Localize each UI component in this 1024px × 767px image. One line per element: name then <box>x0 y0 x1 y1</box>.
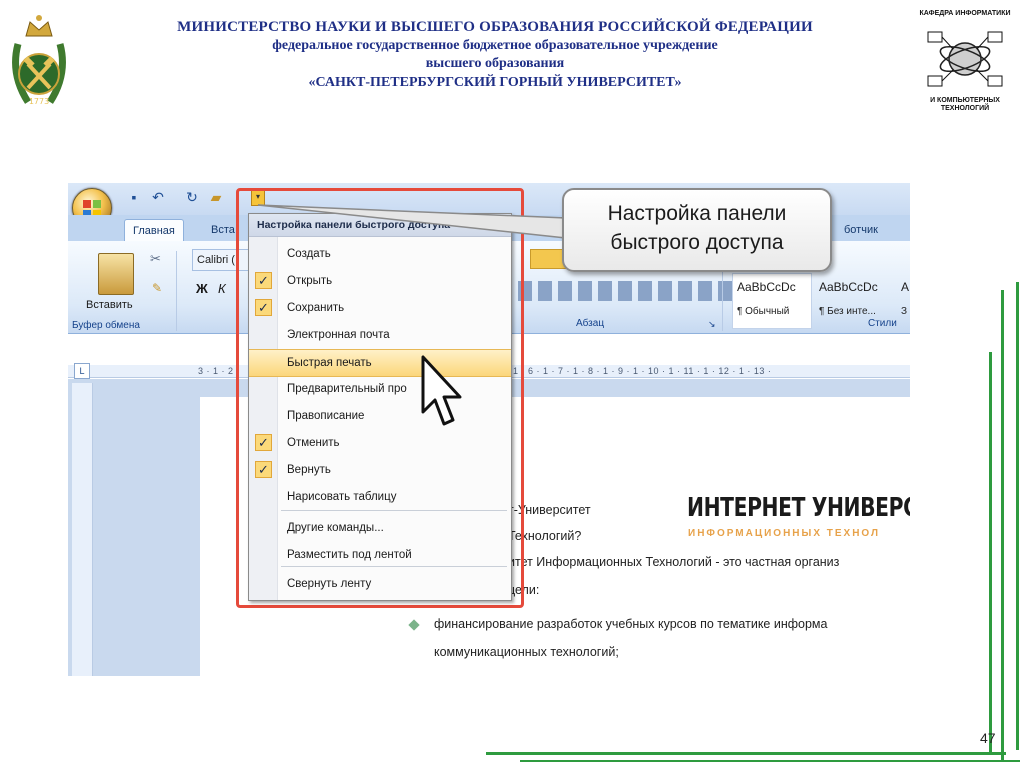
doc-bullet-2: коммуникационных технологий; <box>434 645 619 659</box>
menu-item[interactable]: ✓ Вернуть <box>249 457 511 483</box>
frame-line <box>1016 282 1019 750</box>
office-logo-green <box>93 200 101 208</box>
emblem-year: 1773 <box>29 97 49 106</box>
style-heading-preview: A <box>901 280 910 294</box>
internet-university-logo: ИНТЕРНЕТ УНИВЕРСИТ <box>687 493 910 523</box>
menu-item[interactable]: Разместить под лентой <box>249 542 511 568</box>
open-folder-icon[interactable]: ▰ <box>208 189 224 205</box>
callout-line-2: быстрого доступа <box>610 231 784 254</box>
menu-item[interactable]: Быстрая печать <box>249 349 511 377</box>
paragraph-group-label: Абзац <box>576 318 605 329</box>
paste-icon[interactable] <box>98 253 134 295</box>
institution-type: федеральное государственное бюджетное об… <box>272 38 718 53</box>
menu-item[interactable]: Свернуть ленту <box>249 571 511 597</box>
menu-item[interactable]: Электронная почта <box>249 322 511 348</box>
slide-page-number: 47 <box>980 730 996 746</box>
ruler-marks-left: 3 · 1 · 2 <box>198 366 234 376</box>
callout-line-1: Настройка панели <box>607 202 787 225</box>
checkmark-icon: ✓ <box>255 434 272 451</box>
style-heading[interactable]: A З <box>896 273 910 329</box>
menu-item-label: Разместить под лентой <box>287 549 412 561</box>
style-normal[interactable]: AaBbCcDc ¶ Обычный <box>732 273 812 329</box>
style-no-spacing[interactable]: AaBbCcDc ¶ Без инте... <box>814 273 896 329</box>
menu-separator <box>281 510 507 511</box>
paste-button-label[interactable]: Вставить <box>86 299 133 311</box>
callout-text: Настройка панели быстрого доступа <box>564 199 830 257</box>
checkmark-icon: ✓ <box>255 299 272 316</box>
checkmark-icon: ✓ <box>255 272 272 289</box>
menu-item-label: Быстрая печать <box>287 357 372 369</box>
style-normal-preview: AaBbCcDc <box>737 280 796 294</box>
clipboard-group-label: Буфер обмена <box>72 320 140 331</box>
menu-item-label: Предварительный про <box>287 383 407 395</box>
menu-item-label: Открыть <box>287 275 333 287</box>
menu-item[interactable]: ✓ Открыть <box>249 268 511 294</box>
menu-title: Настройка панели быстрого доступа <box>249 214 511 237</box>
frame-line <box>989 352 992 752</box>
undo-icon[interactable]: ↶ <box>150 189 166 205</box>
style-heading-name: З <box>901 306 908 317</box>
menu-item-label: Вернуть <box>287 464 331 476</box>
university-name: «САНКТ-ПЕТЕРБУРГСКИЙ ГОРНЫЙ УНИВЕРСИТЕТ» <box>308 75 682 90</box>
education-level: высшего образования <box>425 56 565 71</box>
menu-item[interactable]: ✓ Сохранить <box>249 295 511 321</box>
style-no-spacing-name: ¶ Без инте... <box>819 306 876 317</box>
redo-icon[interactable]: ↻ <box>184 189 200 205</box>
tab-home[interactable]: Главная <box>124 219 184 242</box>
bold-button[interactable]: Ж <box>196 281 208 296</box>
vertical-ruler[interactable] <box>72 383 93 676</box>
menu-item[interactable]: Другие команды... <box>249 515 511 541</box>
save-icon[interactable]: ▪ <box>126 189 142 205</box>
menu-item[interactable]: Нарисовать таблицу <box>249 484 511 510</box>
menu-item-label: Создать <box>287 248 331 260</box>
format-painter-icon[interactable]: ✎ <box>152 281 166 295</box>
paragraph-dialog-launcher-icon[interactable]: ↘ <box>708 319 716 330</box>
ruler-marks: 5 · 1 · 6 · 1 · 7 · 1 · 8 · 1 · 9 · 1 · … <box>498 366 772 376</box>
menu-item-label: Другие команды... <box>287 522 384 534</box>
style-no-spacing-preview: AaBbCcDc <box>819 280 878 294</box>
internet-university-logo-subtitle: ИНФОРМАЦИОННЫХ ТЕХНОЛ <box>688 528 880 539</box>
customize-qat-menu: Настройка панели быстрого доступа Создат… <box>248 213 512 601</box>
doc-line-3: итет Информационных Технологий - это час… <box>508 555 840 569</box>
paragraph-alignment-buttons[interactable] <box>518 281 748 301</box>
menu-item-label: Сохранить <box>287 302 345 314</box>
department-logo-bottom-text: И КОМПЬЮТЕРНЫХ ТЕХНОЛОГИЙ <box>930 97 1000 112</box>
frame-line <box>486 752 1006 755</box>
menu-item[interactable]: Создать <box>249 241 511 267</box>
mining-university-emblem: 1773 <box>8 4 70 114</box>
group-divider <box>176 251 177 331</box>
menu-item-label: Правописание <box>287 410 365 422</box>
menu-item[interactable]: Предварительный про <box>249 376 511 402</box>
menu-item-label: Свернуть ленту <box>287 578 372 590</box>
department-logo: КАФЕДРА ИНФОРМАТИКИ И КОМПЬЮТЕРНЫХ ТЕХНО… <box>918 4 1012 122</box>
mouse-pointer-icon <box>421 355 462 426</box>
menu-item-label: Нарисовать таблицу <box>287 491 397 503</box>
tab-developer[interactable]: ботчик <box>836 219 886 241</box>
slide-header: МИНИСТЕРСТВО НАУКИ И ВЫСШЕГО ОБРАЗОВАНИЯ… <box>100 18 890 93</box>
checkmark-icon: ✓ <box>255 461 272 478</box>
callout-box: Настройка панели быстрого доступа <box>562 188 832 272</box>
ministry-title: МИНИСТЕРСТВО НАУКИ И ВЫСШЕГО ОБРАЗОВАНИЯ… <box>177 19 813 35</box>
tab-selector-button[interactable]: L <box>74 363 90 379</box>
doc-bullet-1: финансирование разработок учебных курсов… <box>434 617 828 631</box>
menu-item[interactable]: ✓ Отменить <box>249 430 511 456</box>
menu-item-label: Отменить <box>287 437 340 449</box>
menu-item-label: Электронная почта <box>287 329 390 341</box>
frame-line <box>1001 290 1004 760</box>
office-logo-red <box>83 200 91 208</box>
italic-button[interactable]: К <box>218 281 226 296</box>
frame-line <box>520 760 1020 762</box>
menu-item[interactable]: Правописание <box>249 403 511 429</box>
style-normal-name: ¶ Обычный <box>737 306 790 317</box>
cut-icon[interactable]: ✂ <box>150 251 164 266</box>
menu-separator <box>281 566 507 567</box>
